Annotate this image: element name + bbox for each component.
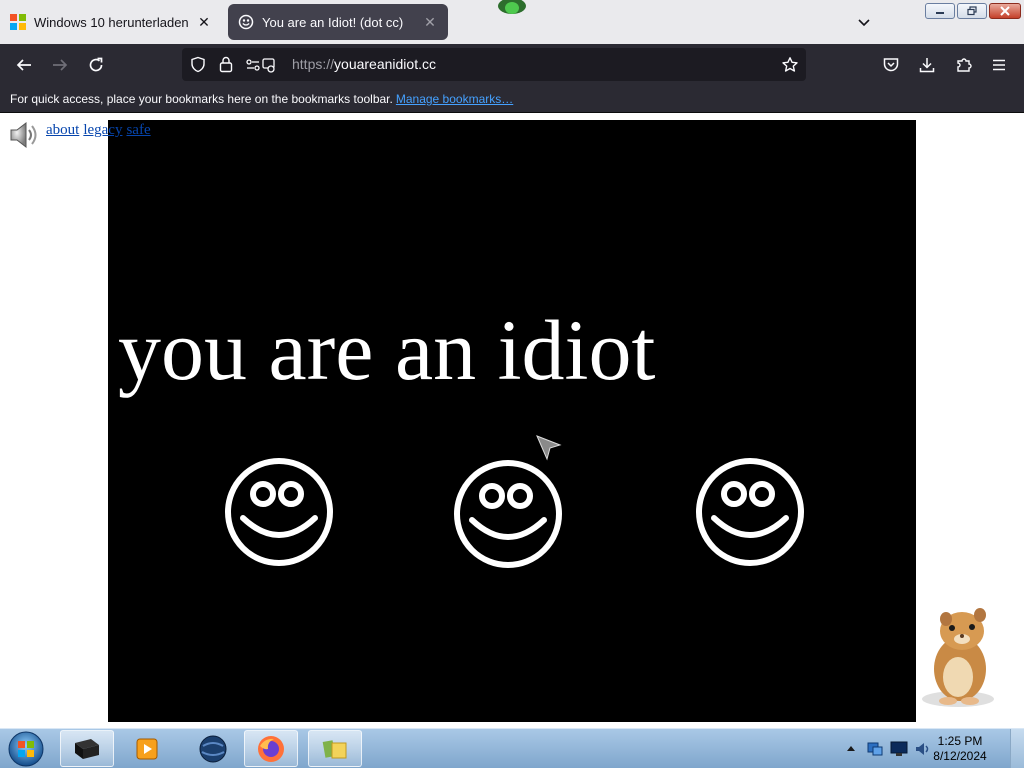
show-hidden-icons-icon[interactable] xyxy=(846,744,856,752)
close-tab-icon[interactable]: ✕ xyxy=(422,14,438,30)
firefox-icon xyxy=(258,735,284,762)
show-desktop-button[interactable] xyxy=(1010,729,1024,768)
windows-taskbar: 1:25 PM 8/12/2024 xyxy=(0,728,1024,768)
chevron-down-icon[interactable] xyxy=(854,12,874,32)
headline-text: you are an idiot xyxy=(118,302,656,398)
monitor-icon[interactable] xyxy=(890,741,908,757)
top-links: about legacy safe xyxy=(46,122,155,139)
tab-windows-10[interactable]: Windows 10 herunterladen ✕ xyxy=(0,4,222,40)
terminal-icon xyxy=(75,738,99,759)
menu-button[interactable] xyxy=(988,54,1010,76)
windows-logo-icon xyxy=(10,14,26,30)
back-button[interactable] xyxy=(13,54,35,76)
extensions-button[interactable] xyxy=(953,54,975,76)
legacy-link[interactable]: legacy xyxy=(83,122,122,138)
tab-you-are-an-idiot[interactable]: You are an Idiot! (dot cc) ✕ xyxy=(228,4,448,40)
manage-bookmarks-link[interactable]: Manage bookmarks… xyxy=(396,92,513,106)
globe-icon xyxy=(199,735,227,762)
close-window-button[interactable] xyxy=(989,3,1021,19)
close-tab-icon[interactable]: ✕ xyxy=(196,14,212,30)
navigation-toolbar: https://youareanidiot.cc xyxy=(0,44,1024,85)
smiley-icon xyxy=(238,14,254,30)
network-icon[interactable] xyxy=(866,740,884,758)
taskbar-browser-button[interactable] xyxy=(186,730,240,767)
permissions-icon[interactable] xyxy=(246,57,276,73)
tab-bar: Windows 10 herunterladen ✕ You are an Id… xyxy=(0,0,1024,44)
media-player-icon xyxy=(136,738,158,759)
forward-button[interactable] xyxy=(49,54,71,76)
smiley-face-icon xyxy=(696,458,804,566)
shield-icon[interactable] xyxy=(190,56,206,73)
back-arrow-icon xyxy=(16,59,31,71)
taskbar-media-player-button[interactable] xyxy=(120,730,174,767)
pocket-icon xyxy=(883,58,899,72)
popup-window-edge xyxy=(498,0,526,14)
bookmarks-hint: For quick access, place your bookmarks h… xyxy=(10,92,514,106)
pocket-button[interactable] xyxy=(880,54,902,76)
folder-icon xyxy=(322,739,347,758)
start-button[interactable] xyxy=(4,730,48,768)
system-clock[interactable]: 1:25 PM 8/12/2024 xyxy=(930,734,990,764)
page-content: about legacy safe you are an idiot xyxy=(0,113,1024,728)
url-bar[interactable]: https://youareanidiot.cc xyxy=(182,48,806,81)
restore-button[interactable] xyxy=(957,3,987,19)
clock-date: 8/12/2024 xyxy=(933,749,987,763)
reload-icon xyxy=(89,57,103,72)
about-link[interactable]: about xyxy=(46,122,79,138)
url-text[interactable]: https://youareanidiot.cc xyxy=(292,56,436,72)
lock-icon[interactable] xyxy=(219,56,233,73)
idiot-stage xyxy=(108,120,916,722)
download-icon xyxy=(919,58,935,73)
taskbar-terminal-button[interactable] xyxy=(60,730,114,767)
hamburger-menu-icon xyxy=(993,59,1005,71)
mouse-cursor-icon xyxy=(536,435,562,461)
bookmarks-toolbar: For quick access, place your bookmarks h… xyxy=(0,85,1024,113)
tab-title: You are an Idiot! (dot cc) xyxy=(262,14,404,30)
forward-arrow-icon xyxy=(53,59,68,71)
smiley-face-icon xyxy=(225,458,333,566)
bookmark-star-icon[interactable] xyxy=(781,56,799,74)
tab-title: Windows 10 herunterladen xyxy=(34,14,189,30)
clock-time: 1:25 PM xyxy=(937,734,983,748)
speaker-icon[interactable] xyxy=(8,119,42,151)
taskbar-explorer-button[interactable] xyxy=(308,730,362,767)
reload-button[interactable] xyxy=(85,54,107,76)
puzzle-icon xyxy=(957,58,972,72)
downloads-button[interactable] xyxy=(916,54,938,76)
minimize-button[interactable] xyxy=(925,3,955,19)
hamster-icon xyxy=(922,608,994,707)
smiley-face-icon xyxy=(454,460,562,568)
safe-link[interactable]: safe xyxy=(126,122,150,138)
taskbar-firefox-button[interactable] xyxy=(244,730,298,767)
